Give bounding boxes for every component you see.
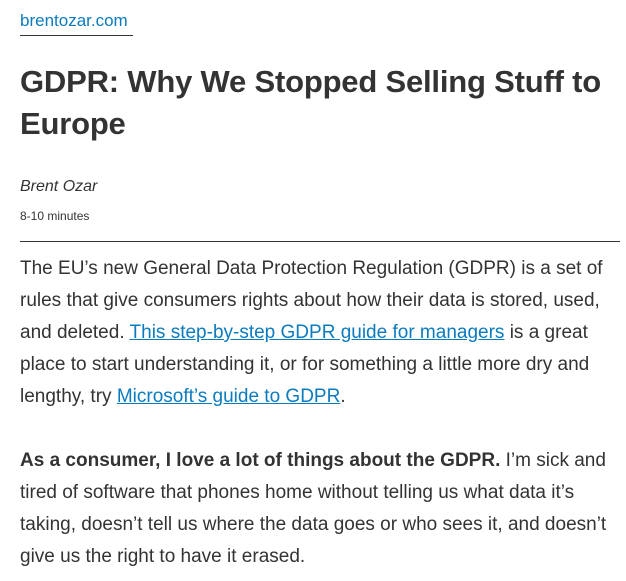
reader-page: brentozar.com GDPR: Why We Stopped Selli…	[0, 0, 626, 581]
reading-time: 8-10 minutes	[20, 209, 90, 223]
site-link[interactable]: brentozar.com	[20, 10, 128, 32]
article-author: Brent Ozar	[20, 178, 98, 195]
gdpr-guide-for-managers-link[interactable]: This step-by-step GDPR guide for manager…	[130, 322, 505, 343]
article-paragraph-1: The EU’s new General Data Protection Reg…	[20, 253, 620, 413]
article-title: GDPR: Why We Stopped Selling Stuff to Eu…	[20, 64, 601, 141]
article-paragraph-2: As a consumer, I love a lot of things ab…	[20, 445, 620, 573]
site-link-underline	[20, 35, 133, 36]
paragraph-2-bold-lead: As a consumer, I love a lot of things ab…	[20, 450, 501, 471]
microsoft-gdpr-guide-link[interactable]: Microsoft’s guide to GDPR	[117, 386, 341, 407]
paragraph-1-text-end: .	[340, 386, 346, 407]
header-divider	[20, 241, 620, 242]
